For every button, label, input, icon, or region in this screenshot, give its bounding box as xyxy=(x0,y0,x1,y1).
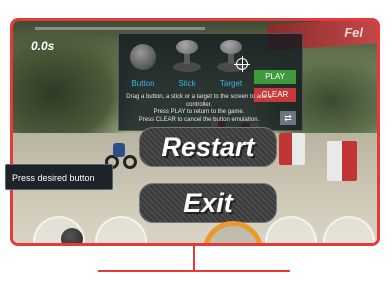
restart-button[interactable]: Restart xyxy=(139,127,277,167)
rider-body xyxy=(113,143,125,157)
swap-icon[interactable]: ⇄ xyxy=(280,111,296,125)
controller-item-target[interactable]: Target xyxy=(211,38,251,88)
stick-icon xyxy=(176,40,198,54)
race-timer: 0.0s xyxy=(31,39,55,53)
press-desired-button-tooltip: Press desired button xyxy=(5,164,113,190)
controller-item-button[interactable]: Button xyxy=(123,38,163,88)
track-barrier xyxy=(279,133,305,165)
banner-text: Fel xyxy=(344,25,363,40)
track-barrier xyxy=(327,141,357,181)
button-icon xyxy=(130,44,156,70)
controller-item-label: Target xyxy=(219,79,243,88)
target-icon xyxy=(234,56,250,72)
controller-item-label: Button xyxy=(131,79,155,88)
mapped-button-marker[interactable] xyxy=(61,228,83,243)
monitor-stand-base xyxy=(98,270,290,272)
play-button[interactable]: PLAY xyxy=(254,70,296,84)
controller-item-stick[interactable]: Stick xyxy=(167,38,207,88)
device-screen: Fel 0.0s Button Stick Target PLAY CLEAR … xyxy=(10,18,380,246)
monitor-stand-neck xyxy=(193,246,195,272)
level-progress-bar xyxy=(35,27,205,30)
controller-panel: Button Stick Target PLAY CLEAR Drag a bu… xyxy=(118,33,303,131)
controller-item-label: Stick xyxy=(178,79,196,88)
wheel-icon xyxy=(123,155,137,169)
controller-instructions: Drag a button, a stick or a target to th… xyxy=(126,94,272,123)
exit-button[interactable]: Exit xyxy=(139,183,277,223)
